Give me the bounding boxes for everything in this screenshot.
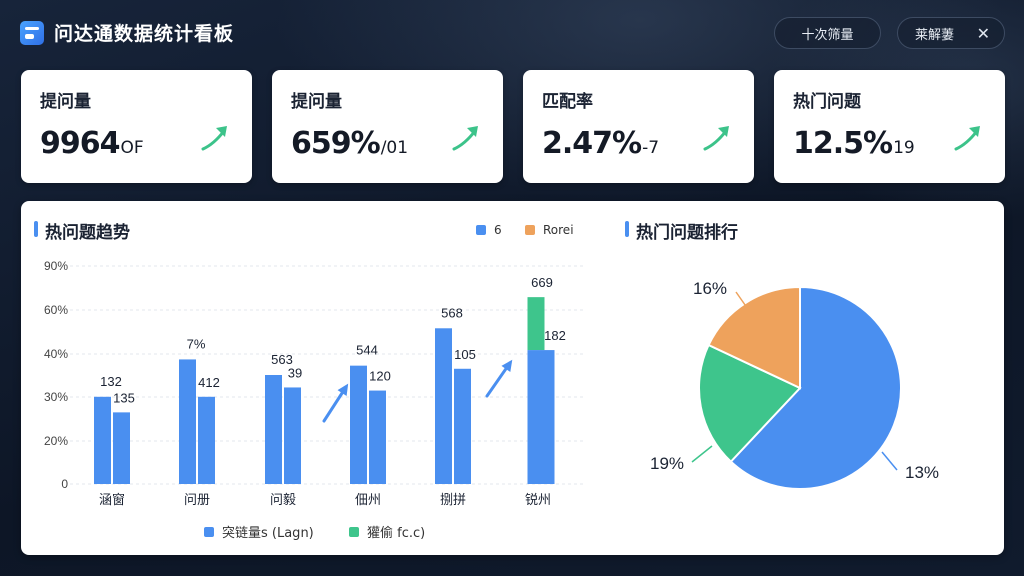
x-tick-label: 捌拼 [440,492,466,507]
legend-label: 獾偷 fc.c) [367,526,426,541]
bar-primary [527,350,555,484]
x-tick-label: 问册 [184,492,210,507]
y-tick-label: 40% [44,347,68,361]
data-label: 544 [356,343,378,358]
x-tick-label: 问毅 [270,492,296,507]
pie-leader-line [881,451,898,471]
bar-primary [350,365,367,484]
legend-swatch [349,526,359,537]
legend-item[interactable]: 突链量s (Lagn) [204,522,314,541]
data-label: 7% [187,336,206,351]
bar-primary [435,328,452,484]
bar-green [527,297,545,351]
legend-swatch [204,526,214,537]
data-label: 39 [288,365,302,380]
bar-secondary [113,412,130,484]
data-label: 132 [100,374,122,389]
pie-label: 19% [650,454,684,473]
bar-secondary [284,387,301,484]
y-tick-label: 30% [44,390,68,404]
data-label: 135 [113,390,135,405]
x-tick-label: 佃州 [355,492,381,507]
bar-secondary [369,390,386,484]
pie-label: 16% [693,279,727,298]
bar-secondary [454,368,471,484]
data-label: 412 [198,375,220,390]
data-label: 105 [454,347,476,362]
data-label: 182 [544,328,566,343]
bar-primary [94,396,111,484]
y-tick-label: 90% [44,259,68,273]
legend-item[interactable]: 獾偷 fc.c) [349,522,425,541]
legend-label: 突链量s (Lagn) [222,526,314,541]
y-tick-label: 20% [44,434,68,448]
pie-label: 13% [905,463,939,482]
x-tick-label: 涵窗 [99,492,125,507]
y-tick-label: 60% [44,303,68,317]
pie-leader-line [691,445,713,463]
x-tick-label: 锐州 [525,492,551,507]
trend-bar-chart: 020%30%40%60%90%132135涵窗7%412问册56339问毅54… [44,259,939,507]
y-tick-label: 0 [61,477,68,491]
data-label: 568 [441,305,463,320]
data-label: 120 [369,369,391,384]
bar-secondary [198,396,215,484]
data-label: 669 [531,275,553,290]
bar-primary [265,375,282,484]
trend-arrow-head-icon [501,359,513,372]
bar-primary [179,359,196,484]
